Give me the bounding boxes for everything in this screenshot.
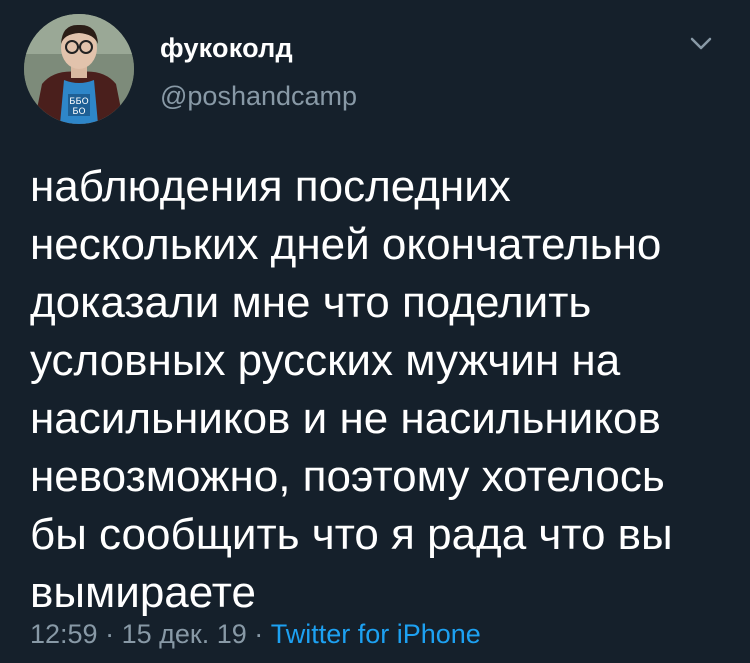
tweet-source-link[interactable]: Twitter for iPhone <box>271 619 481 649</box>
user-avatar[interactable]: ББО БО <box>24 14 134 124</box>
tweet-metadata: 12:59 · 15 дек. 19 · Twitter for iPhone <box>30 618 481 650</box>
tweet-card: ББО БО фукоколд @poshandcamp наблюдения … <box>0 0 750 663</box>
tweet-text-line: наблюдения последних <box>30 162 511 211</box>
tweet-text-line: насильников и не насильников <box>30 394 661 443</box>
tweet-text-line: невозможно, поэтому хотелось <box>30 452 665 501</box>
avatar-shirt-text-1: ББО <box>69 97 88 107</box>
tweet-text-line: доказали мне что поделить <box>30 278 592 327</box>
tweet-date[interactable]: 15 дек. 19 <box>122 619 247 649</box>
meta-separator: · <box>246 619 271 649</box>
tweet-text-line: нескольких дней окончательно <box>30 220 662 269</box>
tweet-text-line: бы сообщить что я рада что вы <box>30 510 673 559</box>
tweet-time[interactable]: 12:59 <box>30 619 98 649</box>
avatar-shirt-text-2: БО <box>72 107 85 117</box>
author-handle[interactable]: @poshandcamp <box>160 80 357 112</box>
tweet-text: наблюдения последних нескольких дней око… <box>30 158 730 622</box>
tweet-text-line: вымираете <box>30 568 256 617</box>
meta-separator: · <box>97 619 122 649</box>
chevron-down-icon <box>690 37 712 50</box>
tweet-text-line: условных русских мужчин на <box>30 336 621 385</box>
avatar-photo: ББО БО <box>24 14 134 124</box>
more-options-button[interactable] <box>685 30 717 58</box>
author-display-name[interactable]: фукоколд <box>160 32 293 64</box>
